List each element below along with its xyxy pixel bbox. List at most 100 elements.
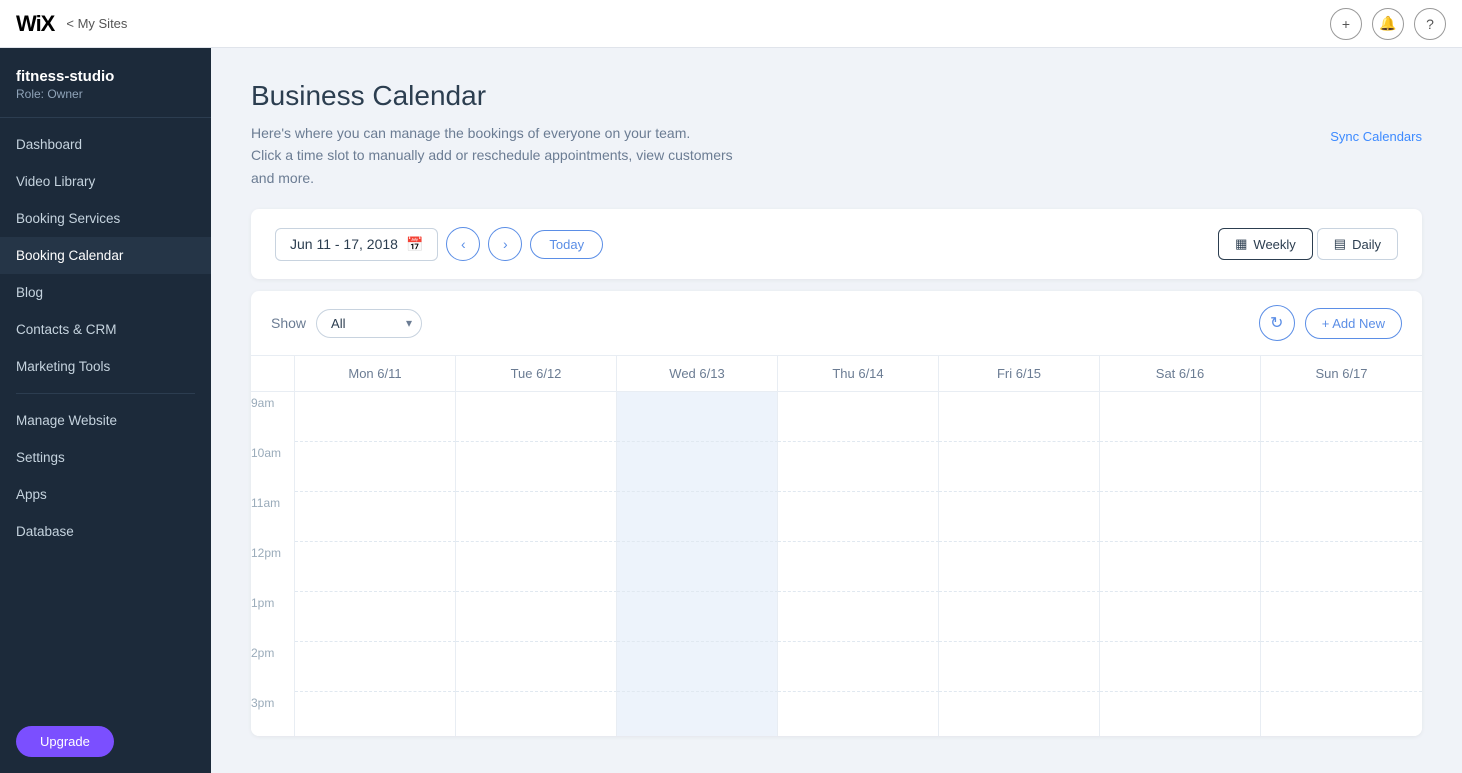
- cell-sat-1pm[interactable]: [1100, 592, 1261, 642]
- sidebar-item-settings[interactable]: Settings: [0, 439, 211, 476]
- cell-sat-12pm[interactable]: [1100, 542, 1261, 592]
- cell-sun-10am[interactable]: [1261, 442, 1422, 492]
- cell-wed-2pm[interactable]: [617, 642, 778, 692]
- col-header-mon: Mon 6/11: [295, 356, 456, 392]
- cell-mon-10am[interactable]: [295, 442, 456, 492]
- sidebar-item-booking-services[interactable]: Booking Services: [0, 200, 211, 237]
- cell-fri-11am[interactable]: [939, 492, 1100, 542]
- prev-week-button[interactable]: ‹: [446, 227, 480, 261]
- cell-sat-11am[interactable]: [1100, 492, 1261, 542]
- cell-sun-3pm[interactable]: [1261, 692, 1422, 736]
- next-week-button[interactable]: ›: [488, 227, 522, 261]
- cell-sun-11am[interactable]: [1261, 492, 1422, 542]
- cell-wed-3pm[interactable]: [617, 692, 778, 736]
- col-header-wed: Wed 6/13: [617, 356, 778, 392]
- time-header-empty: [251, 356, 295, 392]
- site-role: Role: Owner: [16, 87, 195, 101]
- refresh-button[interactable]: ↻: [1259, 305, 1295, 341]
- cell-wed-1pm[interactable]: [617, 592, 778, 642]
- cell-sun-9am[interactable]: [1261, 392, 1422, 442]
- sidebar-item-manage-website[interactable]: Manage Website: [0, 402, 211, 439]
- filter-row: Show All Confirmed Pending Cancelled ↻ +…: [251, 291, 1422, 356]
- calendar-filter-card: Show All Confirmed Pending Cancelled ↻ +…: [251, 291, 1422, 736]
- cell-thu-12pm[interactable]: [778, 542, 939, 592]
- cell-mon-11am[interactable]: [295, 492, 456, 542]
- daily-label: Daily: [1352, 237, 1381, 252]
- cell-thu-10am[interactable]: [778, 442, 939, 492]
- main-content: Business Calendar Here's where you can m…: [211, 48, 1462, 773]
- sidebar-item-booking-calendar[interactable]: Booking Calendar: [0, 237, 211, 274]
- time-3pm: 3pm: [251, 692, 295, 736]
- cell-tue-9am[interactable]: [456, 392, 617, 442]
- topbar: WiX < My Sites + 🔔 ?: [0, 0, 1462, 48]
- cell-mon-9am[interactable]: [295, 392, 456, 442]
- sidebar-item-marketing-tools[interactable]: Marketing Tools: [0, 348, 211, 385]
- time-12pm: 12pm: [251, 542, 295, 592]
- filter-right: ↻ + Add New: [1259, 305, 1402, 341]
- date-range-box: Jun 11 - 17, 2018 📅: [275, 228, 438, 261]
- cell-sat-2pm[interactable]: [1100, 642, 1261, 692]
- my-sites-link[interactable]: < My Sites: [66, 16, 127, 31]
- cell-sun-2pm[interactable]: [1261, 642, 1422, 692]
- filter-select[interactable]: All Confirmed Pending Cancelled: [316, 309, 422, 338]
- page-subtitle: Here's where you can manage the bookings…: [251, 122, 851, 189]
- cell-wed-10am[interactable]: [617, 442, 778, 492]
- help-button[interactable]: ?: [1414, 8, 1446, 40]
- cell-mon-3pm[interactable]: [295, 692, 456, 736]
- weekly-view-button[interactable]: ▦ Weekly: [1218, 228, 1313, 260]
- cell-thu-3pm[interactable]: [778, 692, 939, 736]
- cell-tue-12pm[interactable]: [456, 542, 617, 592]
- upgrade-button[interactable]: Upgrade: [16, 726, 114, 757]
- cell-sun-12pm[interactable]: [1261, 542, 1422, 592]
- add-button[interactable]: +: [1330, 8, 1362, 40]
- sidebar-item-contacts-crm[interactable]: Contacts & CRM: [0, 311, 211, 348]
- time-2pm: 2pm: [251, 642, 295, 692]
- filter-left: Show All Confirmed Pending Cancelled: [271, 309, 422, 338]
- wix-logo: WiX: [16, 11, 54, 37]
- sidebar-item-database[interactable]: Database: [0, 513, 211, 550]
- cell-tue-11am[interactable]: [456, 492, 617, 542]
- cell-fri-9am[interactable]: [939, 392, 1100, 442]
- cell-tue-10am[interactable]: [456, 442, 617, 492]
- topbar-left: WiX < My Sites: [16, 11, 127, 37]
- cell-sat-3pm[interactable]: [1100, 692, 1261, 736]
- cell-tue-1pm[interactable]: [456, 592, 617, 642]
- cell-fri-1pm[interactable]: [939, 592, 1100, 642]
- cell-sat-10am[interactable]: [1100, 442, 1261, 492]
- cell-mon-1pm[interactable]: [295, 592, 456, 642]
- daily-view-button[interactable]: ▤ Daily: [1317, 228, 1398, 260]
- cell-wed-11am[interactable]: [617, 492, 778, 542]
- cell-thu-11am[interactable]: [778, 492, 939, 542]
- today-button[interactable]: Today: [530, 230, 603, 259]
- cell-thu-9am[interactable]: [778, 392, 939, 442]
- cell-fri-12pm[interactable]: [939, 542, 1100, 592]
- cell-thu-1pm[interactable]: [778, 592, 939, 642]
- cell-wed-12pm[interactable]: [617, 542, 778, 592]
- nav-divider: [16, 393, 195, 394]
- view-toggle: ▦ Weekly ▤ Daily: [1218, 228, 1398, 260]
- sidebar-item-video-library[interactable]: Video Library: [0, 163, 211, 200]
- cell-tue-2pm[interactable]: [456, 642, 617, 692]
- date-range-text: Jun 11 - 17, 2018: [290, 236, 398, 252]
- cell-fri-2pm[interactable]: [939, 642, 1100, 692]
- sync-calendars-link[interactable]: Sync Calendars: [1330, 129, 1422, 144]
- calendar-grid: Mon 6/11 Tue 6/12 Wed 6/13 Thu 6/14 Fri …: [251, 356, 1422, 736]
- time-10am: 10am: [251, 442, 295, 492]
- cell-fri-3pm[interactable]: [939, 692, 1100, 736]
- cell-wed-9am[interactable]: [617, 392, 778, 442]
- sidebar-item-blog[interactable]: Blog: [0, 274, 211, 311]
- cell-mon-2pm[interactable]: [295, 642, 456, 692]
- sidebar-item-dashboard[interactable]: Dashboard: [0, 126, 211, 163]
- page-header: Business Calendar Here's where you can m…: [251, 80, 1422, 189]
- cell-mon-12pm[interactable]: [295, 542, 456, 592]
- cell-sun-1pm[interactable]: [1261, 592, 1422, 642]
- cell-thu-2pm[interactable]: [778, 642, 939, 692]
- cell-tue-3pm[interactable]: [456, 692, 617, 736]
- cell-sat-9am[interactable]: [1100, 392, 1261, 442]
- calendar-icon: 📅: [406, 236, 423, 253]
- topbar-right: + 🔔 ?: [1330, 8, 1446, 40]
- notifications-button[interactable]: 🔔: [1372, 8, 1404, 40]
- add-new-button[interactable]: + Add New: [1305, 308, 1402, 339]
- sidebar-item-apps[interactable]: Apps: [0, 476, 211, 513]
- cell-fri-10am[interactable]: [939, 442, 1100, 492]
